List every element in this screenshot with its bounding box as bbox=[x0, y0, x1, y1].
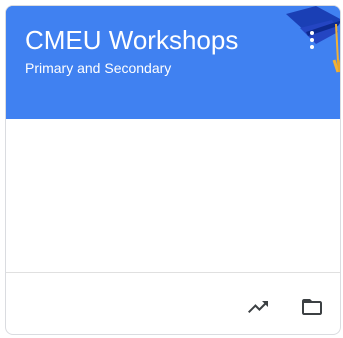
more-vert-icon bbox=[310, 31, 314, 49]
more-options-button[interactable] bbox=[296, 24, 328, 56]
class-card[interactable]: CMEU Workshops Primary and Secondary bbox=[5, 5, 341, 335]
progress-button[interactable] bbox=[242, 291, 274, 323]
footer-divider bbox=[6, 272, 340, 273]
card-title[interactable]: CMEU Workshops bbox=[25, 23, 238, 57]
card-header[interactable]: CMEU Workshops Primary and Secondary bbox=[6, 6, 340, 119]
folder-button[interactable] bbox=[296, 291, 328, 323]
trending-up-icon bbox=[248, 301, 268, 313]
folder-icon bbox=[302, 299, 322, 315]
card-subtitle: Primary and Secondary bbox=[25, 60, 172, 76]
